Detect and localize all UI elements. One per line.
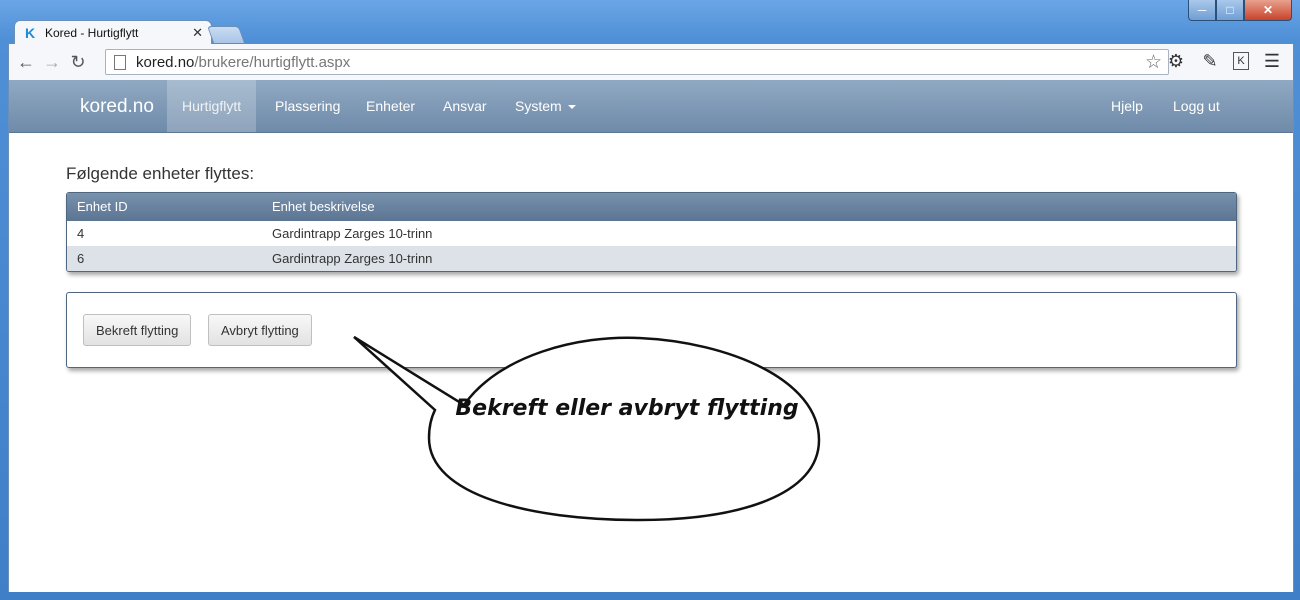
gear-icon[interactable]: ⚙ [1165,51,1187,72]
browser-toolbar: ← → ↻ kored.no/brukere/hurtigflytt.aspx … [8,44,1294,80]
nav-item-hjelp[interactable]: Hjelp [1111,80,1143,132]
nav-item-ansvar[interactable]: Ansvar [443,80,487,132]
units-table: Enhet ID Enhet beskrivelse 4 Gardintrapp… [66,192,1237,272]
new-tab-button[interactable] [206,26,246,43]
cell-enhet-beskrivelse: Gardintrapp Zarges 10-trinn [272,226,433,241]
reload-icon[interactable]: ↻ [65,52,91,73]
browser-tab[interactable]: K Kored - Hurtigflytt ✕ [14,20,212,45]
speech-bubble-shape [353,335,821,522]
menu-icon[interactable]: ☰ [1261,51,1283,72]
url-text: kored.no/brukere/hurtigflytt.aspx [136,54,350,71]
nav-item-system[interactable]: System [515,80,576,132]
table-row: 4 Gardintrapp Zarges 10-trinn [67,221,1236,246]
cancel-move-button[interactable]: Avbryt flytting [208,314,312,346]
cell-enhet-beskrivelse: Gardintrapp Zarges 10-trinn [272,251,433,266]
url-host: kored.no [136,53,195,71]
nav-item-plassering[interactable]: Plassering [275,80,340,132]
confirm-move-button[interactable]: Bekreft flytting [83,314,192,346]
tab-title: Kored - Hurtigflytt [45,26,139,40]
page-icon [114,54,126,70]
column-header-enhet-id: Enhet ID [77,199,128,214]
callout-text: Bekreft eller avbryt flytting [455,396,799,421]
nav-item-system-label: System [515,98,562,114]
eyedropper-icon[interactable]: ✎ [1199,51,1221,72]
forward-arrow-icon[interactable]: → [39,52,65,73]
toolbar-icons: ⚙ ✎ K ☰ [1165,51,1283,72]
brand-link[interactable]: kored.no [80,96,154,118]
cell-enhet-id: 4 [77,226,85,241]
close-window-icon[interactable]: ✕ [1244,0,1292,21]
minimize-icon[interactable]: ─ [1188,0,1216,21]
kored-favicon-icon: K [25,25,36,41]
table-header: Enhet ID Enhet beskrivelse [67,193,1236,221]
caret-down-icon [567,105,576,110]
nav-item-logg-ut[interactable]: Logg ut [1173,80,1220,132]
browser-window: ─ □ ✕ K Kored - Hurtigflytt ✕ ← → ↻ kore… [0,0,1300,600]
column-header-enhet-beskrivelse: Enhet beskrivelse [272,199,375,214]
page-viewport: kored.no Hurtigflytt Plassering Enheter … [8,80,1294,592]
url-path: /brukere/hurtigflytt.aspx [194,53,351,71]
address-bar[interactable]: kored.no/brukere/hurtigflytt.aspx ☆ [105,49,1169,75]
extension-k-icon[interactable]: K [1233,52,1249,70]
nav-item-hurtigflytt[interactable]: Hurtigflytt [167,80,257,132]
maximize-icon[interactable]: □ [1216,0,1244,21]
table-row: 6 Gardintrapp Zarges 10-trinn [67,246,1236,271]
bookmark-star-icon[interactable]: ☆ [1145,51,1162,74]
window-controls: ─ □ ✕ [1188,0,1292,21]
nav-item-enheter[interactable]: Enheter [366,80,415,132]
page-heading: Følgende enheter flyttes: [66,164,255,183]
navbar: kored.no Hurtigflytt Plassering Enheter … [9,80,1293,133]
tab-close-icon[interactable]: ✕ [192,25,203,41]
cell-enhet-id: 6 [77,251,85,266]
back-arrow-icon[interactable]: ← [13,52,39,73]
